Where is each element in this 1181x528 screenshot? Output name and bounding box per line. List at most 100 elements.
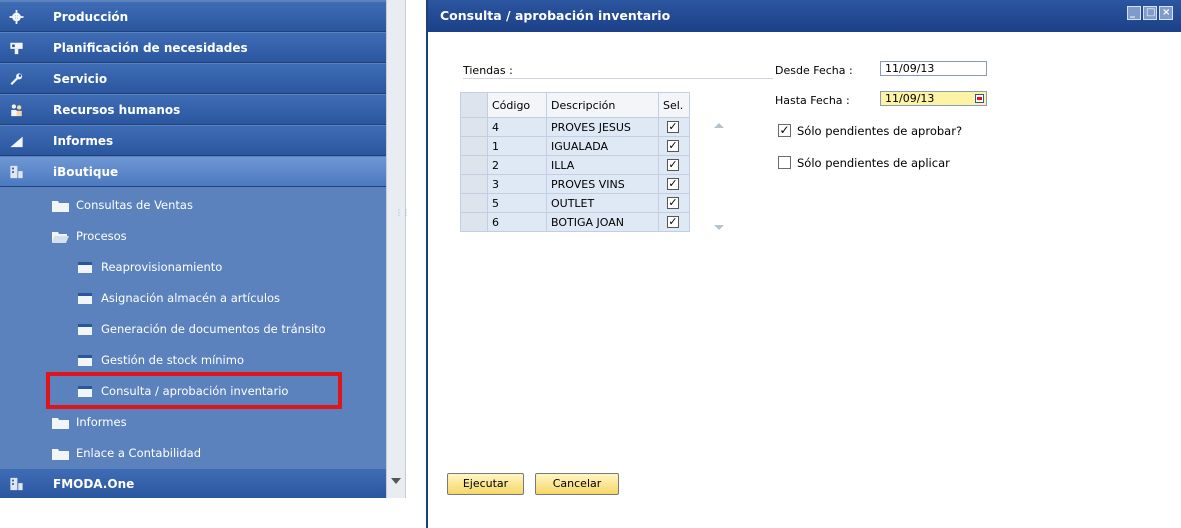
table-row[interactable]: 1 IGUALADA ✓ bbox=[460, 136, 690, 156]
tiendas-label: Tiendas : bbox=[463, 64, 513, 77]
select-checkbox[interactable]: ✓ bbox=[667, 140, 679, 152]
hasta-fecha-value: 11/09/13 bbox=[885, 92, 935, 105]
calendar-icon[interactable] bbox=[975, 94, 984, 103]
nav-item-label: Reaprovisionamiento bbox=[101, 260, 223, 274]
module-informes[interactable]: Informes bbox=[0, 126, 386, 156]
desde-fecha-label: Desde Fecha : bbox=[775, 64, 853, 77]
module-label: Planificación de necesidades bbox=[53, 41, 248, 55]
row-selector[interactable] bbox=[460, 136, 488, 156]
module-label: iBoutique bbox=[53, 165, 119, 179]
boutique-icon bbox=[10, 477, 23, 491]
ejecutar-button[interactable]: Ejecutar bbox=[447, 473, 524, 495]
highlight-box bbox=[46, 372, 342, 409]
row-selector[interactable] bbox=[460, 174, 488, 194]
cell-description: PROVES JESUS bbox=[546, 117, 659, 137]
nav-item-consultas-ventas[interactable]: Consultas de Ventas bbox=[0, 190, 386, 221]
module-produccion[interactable]: Producción bbox=[0, 2, 386, 32]
cell-description: PROVES VINS bbox=[546, 174, 659, 194]
module-label: Servicio bbox=[53, 72, 108, 86]
cell-description: OUTLET bbox=[546, 193, 659, 213]
table-row[interactable]: 6 BOTIGA JOAN ✓ bbox=[460, 212, 690, 232]
select-checkbox[interactable]: ✓ bbox=[667, 178, 679, 190]
module-label: FMODA.One bbox=[53, 477, 135, 491]
divider bbox=[463, 78, 773, 79]
table-row[interactable]: 4 PROVES JESUS ✓ bbox=[460, 117, 690, 137]
cell-code: 1 bbox=[487, 136, 547, 156]
select-checkbox[interactable]: ✓ bbox=[667, 216, 679, 228]
select-checkbox[interactable]: ✓ bbox=[667, 121, 679, 133]
column-header-codigo[interactable]: Código bbox=[487, 92, 547, 118]
row-selector[interactable] bbox=[460, 212, 488, 232]
column-header-sel[interactable]: Sel. bbox=[658, 92, 690, 118]
module-label: Producción bbox=[53, 10, 129, 24]
select-checkbox[interactable]: ✓ bbox=[667, 197, 679, 209]
cell-description: BOTIGA JOAN bbox=[546, 212, 659, 232]
cell-description: IGUALADA bbox=[546, 136, 659, 156]
nav-item-label: Generación de documentos de tránsito bbox=[101, 322, 326, 336]
nav-item-asignacion-almacen[interactable]: Asignación almacén a artículos bbox=[0, 283, 386, 314]
cell-description: ILLA bbox=[546, 155, 659, 175]
minimize-button[interactable]: _ bbox=[1127, 6, 1141, 20]
stores-table: Código Descripción Sel. 4 PROVES JESUS ✓… bbox=[460, 92, 690, 232]
module-servicio[interactable]: Servicio bbox=[0, 64, 386, 94]
window-title: Consulta / aprobación inventario bbox=[440, 8, 671, 23]
pendientes-aplicar-checkbox[interactable] bbox=[778, 156, 791, 169]
row-selector[interactable] bbox=[460, 117, 488, 137]
folder-icon bbox=[52, 449, 69, 460]
nav-item-generacion-documentos[interactable]: Generación de documentos de tránsito bbox=[0, 314, 386, 345]
boutique-icon bbox=[10, 165, 23, 179]
form-icon bbox=[78, 324, 92, 335]
chart-icon bbox=[10, 136, 23, 148]
close-button[interactable]: × bbox=[1159, 6, 1173, 20]
cell-code: 3 bbox=[487, 174, 547, 194]
cell-code: 6 bbox=[487, 212, 547, 232]
nav-item-enlace-contabilidad[interactable]: Enlace a Contabilidad bbox=[0, 438, 386, 469]
cancelar-button[interactable]: Cancelar bbox=[535, 473, 619, 495]
scroll-down-icon[interactable] bbox=[714, 225, 724, 230]
column-header-descripcion[interactable]: Descripción bbox=[546, 92, 659, 118]
pendientes-aplicar-label: Sólo pendientes de aplicar bbox=[797, 156, 950, 170]
module-fmoda[interactable]: FMODA.One bbox=[0, 469, 386, 499]
nav-item-reaprovisionamiento[interactable]: Reaprovisionamiento bbox=[0, 252, 386, 283]
desde-fecha-field[interactable]: 11/09/13 bbox=[880, 61, 987, 76]
nav-scrollbar[interactable]: ⋮⋮ bbox=[386, 0, 410, 498]
nav-item-label: Asignación almacén a artículos bbox=[101, 291, 281, 305]
cell-code: 4 bbox=[487, 117, 547, 137]
folder-open-icon bbox=[52, 232, 69, 243]
wrench-icon bbox=[10, 73, 23, 86]
scroll-up-icon[interactable] bbox=[714, 123, 724, 128]
module-planificacion[interactable]: Planificación de necesidades bbox=[0, 33, 386, 63]
splitter-grip-icon[interactable]: ⋮⋮ bbox=[395, 208, 410, 217]
folder-icon bbox=[52, 418, 69, 429]
maximize-button[interactable]: □ bbox=[1143, 6, 1157, 20]
module-iboutique[interactable]: iBoutique bbox=[0, 157, 386, 187]
module-label: Informes bbox=[53, 134, 114, 148]
inventory-approval-window: Consulta / aprobación inventario _ □ × T… bbox=[426, 0, 1181, 528]
module-recursos-humanos[interactable]: Recursos humanos bbox=[0, 95, 386, 125]
table-scrollbar[interactable] bbox=[710, 117, 728, 235]
row-selector[interactable] bbox=[460, 193, 488, 213]
table-row[interactable]: 3 PROVES VINS ✓ bbox=[460, 174, 690, 194]
nav-item-procesos[interactable]: Procesos bbox=[0, 221, 386, 252]
cell-code: 2 bbox=[487, 155, 547, 175]
nav-item-informes[interactable]: Informes bbox=[0, 407, 386, 438]
nav-item-label: Consultas de Ventas bbox=[76, 198, 193, 212]
pendientes-aprobar-checkbox[interactable]: ✓ bbox=[778, 124, 791, 137]
folder-icon bbox=[52, 201, 69, 212]
scroll-down-icon[interactable] bbox=[391, 478, 401, 484]
table-row[interactable]: 2 ILLA ✓ bbox=[460, 155, 690, 175]
row-header-corner bbox=[460, 92, 488, 118]
mrp-icon bbox=[10, 42, 23, 55]
cell-code: 5 bbox=[487, 193, 547, 213]
people-icon bbox=[11, 104, 22, 117]
nav-item-label: Enlace a Contabilidad bbox=[76, 446, 201, 460]
module-navigation: Producción Planificación de necesidades … bbox=[0, 0, 386, 499]
window-titlebar[interactable]: Consulta / aprobación inventario _ □ × bbox=[428, 0, 1181, 32]
nav-item-label: Informes bbox=[76, 415, 127, 429]
row-selector[interactable] bbox=[460, 155, 488, 175]
hasta-fecha-field[interactable]: 11/09/13 bbox=[880, 91, 987, 106]
select-checkbox[interactable]: ✓ bbox=[667, 159, 679, 171]
table-row[interactable]: 5 OUTLET ✓ bbox=[460, 193, 690, 213]
pendientes-aprobar-label: Sólo pendientes de aprobar? bbox=[797, 124, 963, 138]
hasta-fecha-label: Hasta Fecha : bbox=[775, 94, 850, 107]
